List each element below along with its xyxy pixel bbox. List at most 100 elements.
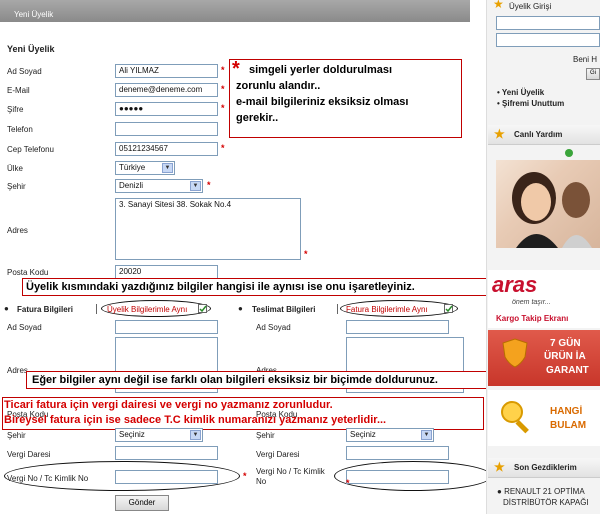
adres-textarea[interactable]: 3. Sanayi Sitesi 38. Sokak No.4	[115, 198, 301, 260]
teslimat-sehir-select[interactable]: Seçiniz ▼	[346, 428, 434, 442]
teslimat-same-checkbox[interactable]	[444, 304, 453, 313]
posta-kodu-label: Posta Kodu	[7, 268, 49, 277]
online-status-icon	[565, 149, 573, 157]
page-header-bar: Yeni Üyelik	[0, 0, 470, 22]
recent-item[interactable]: ● RENAULT 21 OPTİMA	[497, 487, 585, 496]
form-title: Yeni Üyelik	[7, 44, 55, 54]
fatura-sehir-value: Seçiniz	[119, 430, 145, 439]
login-button[interactable]: Gi	[586, 68, 600, 80]
find-line2: BULAM	[550, 420, 587, 431]
sifre-label: Şifre	[7, 105, 24, 114]
find-line1: HANGİ	[550, 406, 583, 417]
live-help-image[interactable]	[496, 160, 600, 248]
login-password-input[interactable]	[496, 33, 600, 47]
fatura-same-checkbox[interactable]	[198, 304, 207, 313]
cep-label: Cep Telefonu	[7, 145, 54, 154]
remember-me-label[interactable]: Beni H	[573, 55, 597, 64]
support-agent-icon	[512, 172, 592, 248]
fatura-ad-soyad-input[interactable]	[115, 320, 218, 334]
telefon-label: Telefon	[7, 125, 33, 134]
same-info-note: Üyelik kısmındaki yazdığınız bilgiler ha…	[22, 278, 510, 296]
teslimat-vergi-dairesi-input[interactable]	[346, 446, 449, 460]
fatura-ad-soyad-label: Ad Soyad	[7, 323, 42, 332]
invoice-tax-note: Ticari fatura için vergi dairesi ve verg…	[2, 397, 484, 430]
forgot-password-link[interactable]: • Şifremi Unuttum	[497, 99, 564, 108]
star-icon: ★	[494, 127, 505, 141]
divider	[96, 304, 97, 314]
sehir-select[interactable]: Denizli ▼	[115, 179, 203, 193]
header-title: Yeni Üyelik	[14, 10, 54, 19]
required-star: *	[221, 84, 225, 94]
check-icon	[445, 305, 453, 313]
new-member-link[interactable]: • Yeni Üyelik	[497, 88, 544, 97]
fatura-bullet: ●	[4, 304, 9, 313]
required-star: *	[243, 471, 247, 481]
guarantee-line3: GARANT	[546, 365, 589, 376]
guarantee-line1: 7 GÜN	[550, 338, 581, 349]
login-panel-header: ★ Üyelik Girişi	[491, 0, 600, 14]
email-input[interactable]: deneme@deneme.com	[115, 83, 218, 97]
teslimat-ad-soyad-input[interactable]	[346, 320, 449, 334]
aras-logo: aras	[492, 272, 538, 297]
fatura-vergi-no-input[interactable]	[115, 470, 218, 484]
shield-icon	[502, 338, 528, 368]
note-star: *	[232, 58, 240, 80]
recent-item-line2: DİSTRİBÜTÖR KAPAĞI	[503, 498, 589, 507]
adres-label: Adres	[7, 226, 28, 235]
cep-input[interactable]: 05121234567	[115, 142, 218, 156]
note-text: Üyelik kısmındaki yazdığınız bilgiler ha…	[26, 281, 415, 293]
note-line: Bireysel fatura için ise sadece T.C kiml…	[4, 414, 387, 426]
teslimat-ad-soyad-label: Ad Soyad	[256, 323, 291, 332]
ad-soyad-label: Ad Soyad	[7, 67, 42, 76]
fatura-same-label: Üyelik Bilgilerimle Aynı	[107, 305, 188, 314]
teslimat-title: Teslimat Bilgileri	[252, 305, 316, 314]
chevron-down-icon: ▼	[190, 181, 201, 191]
note-line: e-mail bilgileriniz eksiksiz olması	[236, 96, 409, 108]
star-icon: ★	[493, 0, 504, 11]
teslimat-vergi-no-label-2: No	[256, 477, 267, 486]
fatura-vergi-dairesi-input[interactable]	[115, 446, 218, 460]
sifre-input[interactable]: ●●●●●	[115, 102, 218, 116]
required-fields-note: * simgeli yerler doldurulması zorunlu al…	[229, 59, 462, 138]
required-star: *	[346, 478, 350, 488]
note-line: Ticari fatura için vergi dairesi ve verg…	[4, 399, 333, 411]
fatura-vergi-dairesi-label: Vergi Daresi	[7, 450, 51, 459]
recent-header: ★ Son Gezdiklerim	[488, 458, 600, 478]
new-member-link-label: Yeni Üyelik	[501, 88, 545, 97]
telefon-input[interactable]	[115, 122, 218, 136]
fatura-title: Fatura Bilgileri	[17, 305, 74, 314]
guarantee-banner[interactable]: 7 GÜN ÜRÜN İA GARANT	[488, 330, 600, 386]
check-icon	[199, 305, 207, 313]
chevron-down-icon: ▼	[421, 430, 432, 440]
magnifier-icon	[501, 401, 529, 434]
aras-banner[interactable]: aras önem taşır... Kargo Takip Ekranı	[488, 270, 600, 328]
note-line: zorunlu alandır..	[236, 80, 321, 92]
teslimat-bullet: ●	[238, 304, 243, 313]
ulke-select[interactable]: Türkiye ▼	[115, 161, 175, 175]
posta-kodu-input[interactable]: 20020	[115, 265, 218, 279]
find-product-banner[interactable]: HANGİ BULAM	[488, 390, 600, 446]
sehir-label: Şehir	[7, 182, 26, 191]
ad-soyad-input[interactable]: Ali YILMAZ	[115, 64, 218, 78]
submit-button[interactable]: Gönder	[115, 495, 169, 511]
note-text: Eğer bilgiler aynı değil ise farklı olan…	[32, 374, 438, 386]
teslimat-sehir-value: Seçiniz	[350, 430, 376, 439]
recent-title: Son Gezdiklerim	[514, 463, 577, 472]
teslimat-vergi-no-label: Vergi No / Tc Kimlik	[256, 467, 325, 476]
fatura-adres-label: Adres	[7, 366, 28, 375]
required-star: *	[221, 143, 225, 153]
different-info-note: Eğer bilgiler aynı değil ise farklı olan…	[26, 371, 537, 389]
note-line: gerekir..	[236, 112, 279, 124]
forgot-password-link-label: Şifremi Unuttum	[502, 99, 565, 108]
live-help-header: ★ Canlı Yardım	[488, 125, 600, 145]
guarantee-line2: ÜRÜN İA	[544, 351, 586, 362]
required-star: *	[221, 103, 225, 113]
divider	[337, 304, 338, 314]
recent-item-line1: RENAULT 21 OPTİMA	[504, 487, 585, 496]
star-icon: ★	[494, 460, 505, 474]
fatura-sehir-select[interactable]: Seçiniz ▼	[115, 428, 203, 442]
chevron-down-icon: ▼	[162, 163, 173, 173]
login-username-input[interactable]	[496, 16, 600, 30]
teslimat-same-label: Fatura Bilgilerimle Aynı	[346, 305, 428, 314]
teslimat-vergi-no-input[interactable]	[346, 470, 449, 484]
